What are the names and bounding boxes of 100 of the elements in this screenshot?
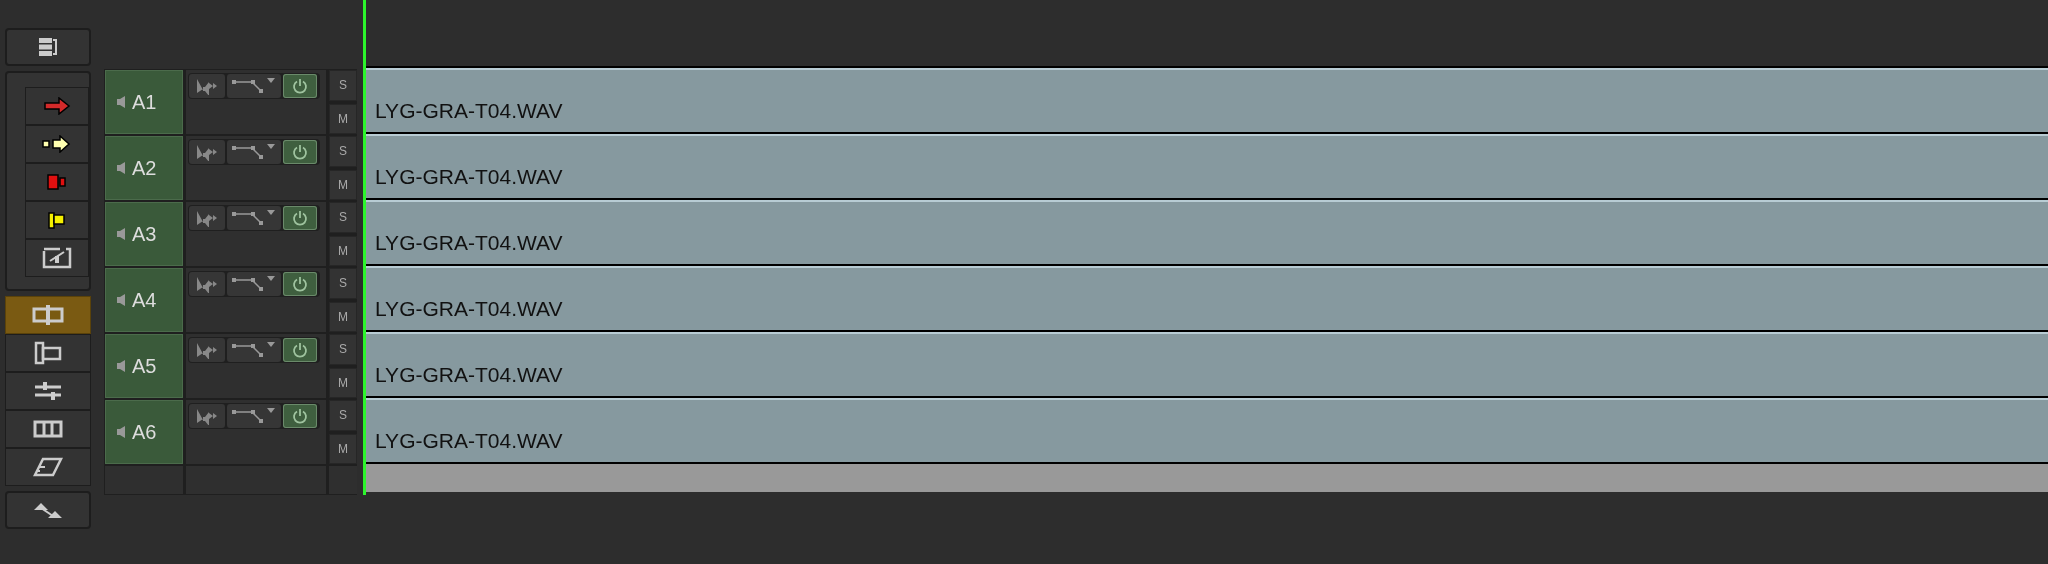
sliders-icon xyxy=(33,380,63,402)
speaker-icon xyxy=(116,227,126,241)
tool-button[interactable] xyxy=(25,201,89,239)
track-name: A3 xyxy=(132,222,157,246)
track-name: A6 xyxy=(132,420,157,444)
audio-button[interactable] xyxy=(189,404,225,428)
power-icon xyxy=(291,407,309,425)
volume-graph-button[interactable] xyxy=(227,206,281,230)
audio-button[interactable] xyxy=(189,206,225,230)
clip-name: LYG-GRA-T04.WAV xyxy=(375,429,563,453)
solo-button[interactable]: S xyxy=(329,334,357,365)
volume-graph-button[interactable] xyxy=(227,272,281,296)
audio-clip[interactable]: LYG-GRA-T04.WAV xyxy=(366,200,2048,266)
track-name: A5 xyxy=(132,354,157,378)
waveform-icon xyxy=(195,77,219,95)
track-name-button[interactable]: A3 xyxy=(105,202,183,266)
mark-icon xyxy=(46,173,68,191)
track-name-button[interactable]: A4 xyxy=(105,268,183,332)
audio-clip[interactable]: LYG-GRA-T04.WAV xyxy=(366,134,2048,200)
clip-name: LYG-GRA-T04.WAV xyxy=(375,231,563,255)
track-name: A4 xyxy=(132,288,157,312)
tool-button[interactable] xyxy=(25,239,89,277)
speaker-icon xyxy=(116,161,126,175)
audio-clip[interactable]: LYG-GRA-T04.WAV xyxy=(366,266,2048,332)
power-icon xyxy=(291,77,309,95)
speaker-icon xyxy=(116,425,126,439)
solo-button[interactable]: S xyxy=(329,136,357,167)
frame-icon xyxy=(42,247,72,269)
audio-clip[interactable]: LYG-GRA-T04.WAV xyxy=(366,332,2048,398)
solo-button[interactable]: S xyxy=(329,70,357,101)
clip-name: LYG-GRA-T04.WAV xyxy=(375,363,563,387)
keyframe-graph-icon xyxy=(231,407,277,425)
audio-button[interactable] xyxy=(189,272,225,296)
audio-button[interactable] xyxy=(189,140,225,164)
tool-button[interactable] xyxy=(25,125,89,163)
volume-graph-button[interactable] xyxy=(227,404,281,428)
mode-button[interactable] xyxy=(5,296,91,334)
list-icon xyxy=(36,36,60,58)
power-toggle[interactable] xyxy=(283,404,317,428)
track-name: A1 xyxy=(132,90,157,114)
film-icon xyxy=(33,456,63,478)
toolbar-button[interactable] xyxy=(5,28,91,66)
power-icon xyxy=(291,275,309,293)
cells-icon xyxy=(33,420,63,438)
volume-graph-button[interactable] xyxy=(227,338,281,362)
power-icon xyxy=(291,143,309,161)
solo-button[interactable]: S xyxy=(329,268,357,299)
waveform-icon xyxy=(195,407,219,425)
mode-button[interactable] xyxy=(5,334,91,372)
power-toggle[interactable] xyxy=(283,272,317,296)
audio-button[interactable] xyxy=(189,74,225,98)
solo-button[interactable]: S xyxy=(329,202,357,233)
track-name: A2 xyxy=(132,156,157,180)
waveform-icon xyxy=(195,209,219,227)
speaker-icon xyxy=(116,293,126,307)
speaker-icon xyxy=(116,359,126,373)
track-name-button[interactable]: A2 xyxy=(105,136,183,200)
power-icon xyxy=(291,341,309,359)
mute-button[interactable]: M xyxy=(329,235,357,266)
waveform-icon xyxy=(195,275,219,293)
mute-button[interactable]: M xyxy=(329,169,357,200)
arrow-icon xyxy=(42,135,72,153)
panel-icon xyxy=(34,341,62,365)
keyframe-graph-icon xyxy=(231,341,277,359)
keyframe-graph-icon xyxy=(231,209,277,227)
solo-button[interactable]: S xyxy=(329,400,357,431)
power-toggle[interactable] xyxy=(283,206,317,230)
volume-graph-button[interactable] xyxy=(227,74,281,98)
volume-graph-button[interactable] xyxy=(227,140,281,164)
track-name-button[interactable]: A6 xyxy=(105,400,183,464)
mute-button[interactable]: M xyxy=(329,301,357,332)
mode-button[interactable] xyxy=(5,448,91,486)
zoom-icon xyxy=(32,500,64,520)
clip-name: LYG-GRA-T04.WAV xyxy=(375,165,563,189)
track-name-button[interactable]: A1 xyxy=(105,70,183,134)
waveform-icon xyxy=(195,143,219,161)
mute-button[interactable]: M xyxy=(329,433,357,464)
track-name-button[interactable]: A5 xyxy=(105,334,183,398)
speaker-icon xyxy=(116,95,126,109)
split-icon xyxy=(32,304,64,326)
power-toggle[interactable] xyxy=(283,140,317,164)
arrow-icon xyxy=(43,97,71,115)
waveform-icon xyxy=(195,341,219,359)
toolbar-button[interactable] xyxy=(5,491,91,529)
keyframe-graph-icon xyxy=(231,77,277,95)
keyframe-graph-icon xyxy=(231,143,277,161)
mode-button[interactable] xyxy=(5,372,91,410)
audio-clip[interactable]: LYG-GRA-T04.WAV xyxy=(366,398,2048,464)
audio-clip[interactable]: LYG-GRA-T04.WAV xyxy=(366,68,2048,134)
power-icon xyxy=(291,209,309,227)
mark-icon xyxy=(47,210,67,230)
mute-button[interactable]: M xyxy=(329,367,357,398)
keyframe-graph-icon xyxy=(231,275,277,293)
mode-button[interactable] xyxy=(5,410,91,448)
power-toggle[interactable] xyxy=(283,74,317,98)
mute-button[interactable]: M xyxy=(329,103,357,134)
audio-button[interactable] xyxy=(189,338,225,362)
power-toggle[interactable] xyxy=(283,338,317,362)
clip-name: LYG-GRA-T04.WAV xyxy=(375,297,563,321)
clip-name: LYG-GRA-T04.WAV xyxy=(375,99,563,123)
